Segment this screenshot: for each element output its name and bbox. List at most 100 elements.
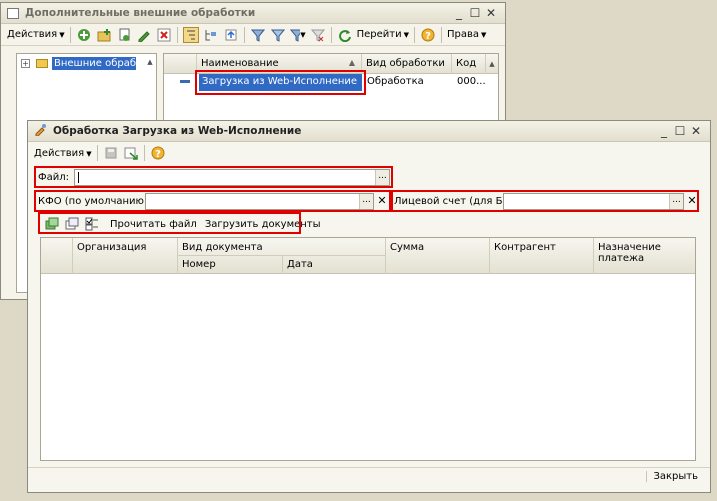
item-icon <box>180 80 190 83</box>
refresh-icon[interactable] <box>337 27 353 43</box>
window-icon <box>7 7 19 19</box>
list-header: Наименование ▲ Вид обработки Код ▲ <box>164 54 498 74</box>
separator <box>243 26 245 43</box>
add-folder-icon[interactable] <box>96 27 112 43</box>
close-button[interactable]: ✕ <box>483 6 499 20</box>
sort-asc-icon: ▲ <box>348 58 355 67</box>
code-column-header[interactable]: Код <box>452 54 486 74</box>
edit-icon[interactable] <box>136 27 152 43</box>
scroll-up-arrow[interactable]: ▲ <box>486 57 498 71</box>
front-toolbar: Действия ▼ ? <box>28 142 710 164</box>
expand-icon[interactable]: + <box>21 59 30 68</box>
kfo-select-button[interactable]: ... <box>359 194 373 209</box>
column-purpose-label: Назначение платежа <box>598 242 661 264</box>
separator <box>440 26 442 43</box>
svg-text:?: ? <box>155 149 161 160</box>
documents-table[interactable]: Организация Вид документа Номер Дата Сум… <box>40 237 696 461</box>
tree-icon[interactable] <box>203 27 219 43</box>
separator <box>413 26 415 43</box>
kfo-input[interactable]: ... ✕ <box>145 193 387 210</box>
hierarchy-icon[interactable] <box>182 26 199 43</box>
copy-icon[interactable] <box>116 27 132 43</box>
filter-list-icon[interactable]: ▼ <box>289 27 306 43</box>
column-org[interactable]: Организация <box>73 238 178 274</box>
close-window-button[interactable]: Закрыть <box>646 471 700 482</box>
svg-text:?: ? <box>425 31 431 42</box>
name-column-header[interactable]: Наименование ▲ <box>197 54 362 74</box>
tree-item-label: Внешние обработки <box>52 57 136 70</box>
chevron-down-icon: ▼ <box>59 31 65 39</box>
minimize-button[interactable]: _ <box>451 6 467 20</box>
column-counterparty[interactable]: Контрагент <box>490 238 594 274</box>
column-number[interactable]: Номер <box>178 256 283 274</box>
separator <box>96 145 98 161</box>
read-file-button[interactable]: Прочитать файл <box>108 219 199 230</box>
file-select-button[interactable]: ... <box>375 170 389 185</box>
tree-item-root[interactable]: + Внешние обработки <box>21 57 136 70</box>
separator <box>143 145 145 161</box>
text-cursor <box>78 172 79 183</box>
rights-menu-label: Права <box>446 29 480 40</box>
account-label: Лицевой счет (для БО): <box>394 196 518 207</box>
kfo-clear-button[interactable]: ✕ <box>375 194 389 209</box>
filter-icon[interactable] <box>250 27 266 43</box>
maximize-button[interactable]: ☐ <box>672 124 688 138</box>
row-name-cell: Загрузка из Web-Исполнение <box>199 74 362 91</box>
bottom-bar <box>28 467 710 468</box>
filter-off-icon[interactable] <box>310 27 326 43</box>
filter-value-icon[interactable] <box>270 27 286 43</box>
account-clear-button[interactable]: ✕ <box>685 194 699 209</box>
column-doc-type[interactable]: Вид документа <box>178 238 386 256</box>
separator <box>69 26 71 43</box>
column-date[interactable]: Дата <box>283 256 386 274</box>
level-up-icon[interactable] <box>223 27 239 43</box>
execute-icon[interactable] <box>123 145 139 161</box>
maximize-button[interactable]: ☐ <box>467 6 483 20</box>
kfo-label: КФО (по умолчанию): <box>38 196 152 207</box>
front-window-title: Обработка Загрузка из Web-Исполнение <box>53 125 302 137</box>
row-code-cell: 000... <box>457 76 486 87</box>
file-input[interactable]: ... <box>74 169 390 186</box>
save-icon[interactable] <box>103 145 119 161</box>
goto-menu-label: Перейти <box>356 29 402 40</box>
back-toolbar: Действия ▼ ▼ Перейти ▼ ? Права ▼ <box>1 24 505 46</box>
row-type-cell: Обработка <box>367 76 424 87</box>
folder-icon <box>36 59 48 68</box>
copy-rows-icon[interactable] <box>64 216 80 232</box>
table-header: Организация Вид документа Номер Дата Сум… <box>41 238 695 274</box>
front-titlebar: Обработка Загрузка из Web-Исполнение _ ☐… <box>28 121 710 142</box>
add-icon[interactable] <box>76 27 92 43</box>
separator <box>330 26 332 43</box>
scroll-up-arrow[interactable]: ▲ <box>144 55 156 69</box>
account-input[interactable]: ... ✕ <box>503 193 697 210</box>
chevron-down-icon: ▼ <box>481 31 487 39</box>
back-window-title: Дополнительные внешние обработки <box>25 7 256 19</box>
name-column-label: Наименование <box>201 58 279 69</box>
actions-menu[interactable]: Действия ▼ <box>5 29 67 40</box>
account-select-button[interactable]: ... <box>669 194 683 209</box>
check-all-icon[interactable] <box>84 216 100 232</box>
goto-menu[interactable]: Перейти ▼ <box>355 29 411 40</box>
column-row-marker <box>41 238 73 274</box>
actions-menu-label: Действия <box>34 147 85 159</box>
column-purpose[interactable]: Назначение платежа <box>594 238 697 274</box>
fill-icon[interactable] <box>44 216 60 232</box>
help-icon[interactable]: ? <box>150 145 166 161</box>
table-row[interactable]: Загрузка из Web-Исполнение Обработка 000… <box>164 74 486 91</box>
load-docs-button[interactable]: Загрузить документы <box>203 219 323 230</box>
type-column-header[interactable]: Вид обработки <box>362 54 452 74</box>
table-toolbar: Прочитать файл Загрузить документы <box>42 215 323 233</box>
back-titlebar: Дополнительные внешние обработки _ ☐ ✕ <box>1 3 505 24</box>
icon-column-header <box>164 54 197 74</box>
chevron-down-icon: ▼ <box>403 31 409 39</box>
rights-menu[interactable]: Права ▼ <box>445 29 488 40</box>
processing-icon <box>34 123 47 139</box>
column-sum[interactable]: Сумма <box>386 238 490 274</box>
delete-icon[interactable] <box>156 27 172 43</box>
help-icon[interactable]: ? <box>420 27 436 43</box>
actions-menu[interactable]: Действия ▼ <box>32 148 94 159</box>
minimize-button[interactable]: _ <box>656 124 672 138</box>
separator <box>176 26 178 43</box>
actions-menu-label: Действия <box>7 29 58 40</box>
close-button[interactable]: ✕ <box>688 124 704 138</box>
